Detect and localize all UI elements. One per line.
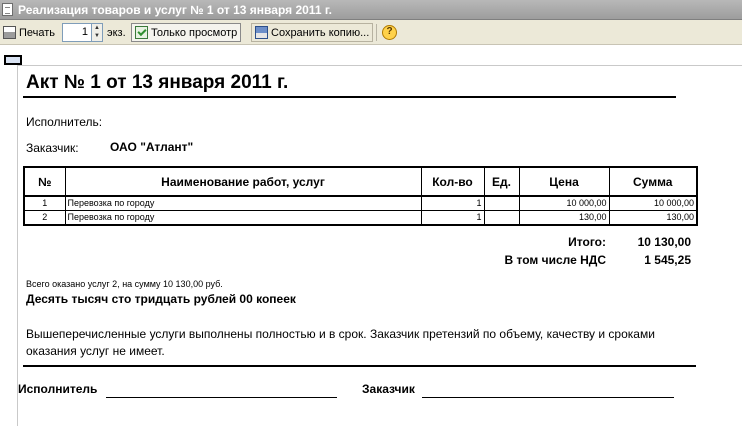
spin-up-icon[interactable]: ▲ <box>92 24 102 32</box>
services-table: № Наименование работ, услуг Кол-во Ед. Ц… <box>23 166 698 226</box>
total-value: 10 130,00 <box>637 235 691 249</box>
view-only-label: Только просмотр <box>151 26 238 39</box>
window-title-bar[interactable]: Реализация товаров и услуг № 1 от 13 янв… <box>0 0 742 20</box>
executor-label: Исполнитель: <box>26 115 103 129</box>
header-quantity: Кол-во <box>420 166 485 197</box>
row-price: 130,00 <box>518 210 610 226</box>
copies-input[interactable]: 1 <box>62 23 92 42</box>
row-unit <box>483 195 520 211</box>
row-price: 10 000,00 <box>518 195 610 211</box>
row-service-name: Перевозка по городу <box>64 195 422 211</box>
help-button[interactable]: ? <box>380 23 399 42</box>
signature-divider <box>23 365 696 367</box>
printer-icon <box>3 26 16 39</box>
row-number: 1 <box>23 195 66 211</box>
copies-spinner[interactable]: ▲ ▼ <box>92 23 103 42</box>
title-underline <box>23 96 676 98</box>
table-row: 2 Перевозка по городу 1 130,00 130,00 <box>23 210 698 226</box>
executor-signature-line <box>106 397 337 398</box>
spin-down-icon[interactable]: ▼ <box>92 32 102 40</box>
amount-in-words: Десять тысяч сто тридцать рублей 00 копе… <box>26 292 296 306</box>
header-price: Цена <box>518 166 610 197</box>
document-title: Акт № 1 от 13 января 2011 г. <box>26 72 289 93</box>
document-icon <box>2 3 13 16</box>
total-label: Итого: <box>568 235 606 249</box>
vat-value: 1 545,25 <box>644 253 691 267</box>
row-quantity: 1 <box>420 195 485 211</box>
window-title: Реализация товаров и услуг № 1 от 13 янв… <box>18 3 332 17</box>
sheet-left-edge <box>17 66 18 426</box>
services-summary: Всего оказано услуг 2, на сумму 10 130,0… <box>26 279 223 289</box>
sheet-top-edge <box>17 65 742 66</box>
header-number: № <box>23 166 66 197</box>
checkmark-icon <box>135 26 148 39</box>
completion-statement: Вышеперечисленные услуги выполнены полно… <box>26 327 655 358</box>
toolbar-separator <box>376 24 377 41</box>
row-sum: 130,00 <box>608 210 698 226</box>
customer-signature-line <box>422 397 674 398</box>
customer-signature-label: Заказчик <box>362 382 415 396</box>
customer-label: Заказчик: <box>26 141 79 155</box>
print-button-label: Печать <box>19 26 56 39</box>
row-number: 2 <box>23 210 66 226</box>
row-sum: 10 000,00 <box>608 195 698 211</box>
customer-name: ОАО "Атлант" <box>110 140 194 154</box>
row-unit <box>483 210 520 226</box>
floppy-disk-icon <box>255 26 268 39</box>
save-copy-button[interactable]: Сохранить копию... <box>251 23 374 42</box>
toolbar: Печать 1 ▲ ▼ экз. Только просмотр Сохран… <box>0 20 742 45</box>
help-icon: ? <box>382 25 397 40</box>
save-copy-label: Сохранить копию... <box>271 26 370 39</box>
executor-signature-label: Исполнитель <box>18 382 98 396</box>
table-header-row: № Наименование работ, услуг Кол-во Ед. Ц… <box>23 166 698 197</box>
header-sum: Сумма <box>608 166 698 197</box>
row-service-name: Перевозка по городу <box>64 210 422 226</box>
view-only-button[interactable]: Только просмотр <box>131 23 242 42</box>
vat-label: В том числе НДС <box>504 253 606 267</box>
header-service-name: Наименование работ, услуг <box>64 166 422 197</box>
header-unit: Ед. <box>483 166 520 197</box>
row-quantity: 1 <box>420 210 485 226</box>
sheet-corner-marker[interactable] <box>4 55 22 65</box>
copies-label: экз. <box>107 27 126 39</box>
table-row: 1 Перевозка по городу 1 10 000,00 10 000… <box>23 195 698 211</box>
print-button[interactable]: Печать <box>0 23 58 42</box>
